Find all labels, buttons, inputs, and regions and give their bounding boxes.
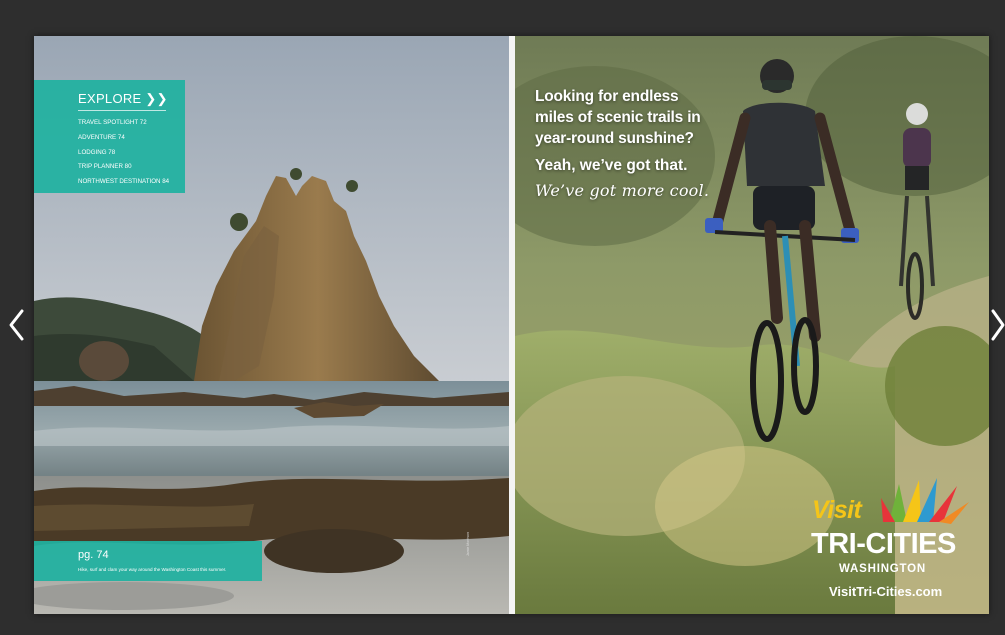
headline-line-2: miles of scenic trails in [535,109,701,126]
page-reference-number: pg. 74 [78,549,109,561]
right-page-advertisement: Looking for endless miles of scenic trai… [515,36,989,614]
logo-visit-text: Visit [812,496,862,524]
explore-title: EXPLORE ❯❯ [78,91,168,106]
previous-page-button[interactable] [6,307,28,343]
logo-tri-cities-text: TRI-CITIES [811,528,956,560]
explore-item-trip-planner: TRIP PLANNER 80 [78,163,132,171]
explore-contents-list: TRAVEL SPOTLIGHT 72 ADVENTURE 74 LODGING… [78,116,169,190]
logo-burst-icon [881,478,969,524]
ad-headline: Looking for endless miles of scenic trai… [535,86,709,200]
chevron-left-icon [9,309,24,341]
explore-item-travel-spotlight: TRAVEL SPOTLIGHT 72 [78,119,147,126]
explore-item-lodging: LODGING 78 [78,148,116,156]
ad-tagline: Yeah, we’ve got that. [535,157,688,174]
page-reference-box: pg. 74 Hike, surf and clam your way arou… [34,541,262,581]
visit-tri-cities-logo: Visit TRI-CITIES WASHINGTON VisitTri-Cit… [807,478,977,608]
logo-url-text: VisitTri-Cities.com [829,584,943,599]
next-page-button[interactable] [990,307,1005,343]
explore-section-box: EXPLORE ❯❯ TRAVEL SPOTLIGHT 72 ADVENTURE… [34,80,185,193]
logo-washington-text: WASHINGTON [839,563,927,575]
headline-line-1: Looking for endless [535,88,679,105]
magazine-spread: EXPLORE ❯❯ TRAVEL SPOTLIGHT 72 ADVENTURE… [34,36,989,614]
left-page: EXPLORE ❯❯ TRAVEL SPOTLIGHT 72 ADVENTURE… [34,36,509,614]
explore-item-northwest-destination: NORTHWEST DESTINATION 84 [78,178,170,186]
photo-credit: Jamie Morrison [466,532,470,556]
magazine-viewer: EXPLORE ❯❯ TRAVEL SPOTLIGHT 72 ADVENTURE… [0,0,1005,635]
ad-cool-line: We’ve got more cool. [535,181,710,200]
explore-item-adventure: ADVENTURE 74 [78,133,125,141]
page-reference-caption: Hike, surf and clam your way around the … [78,567,227,572]
headline-line-3: year-round sunshine? [535,130,694,147]
chevron-right-icon [991,309,1005,341]
explore-divider [78,110,166,111]
